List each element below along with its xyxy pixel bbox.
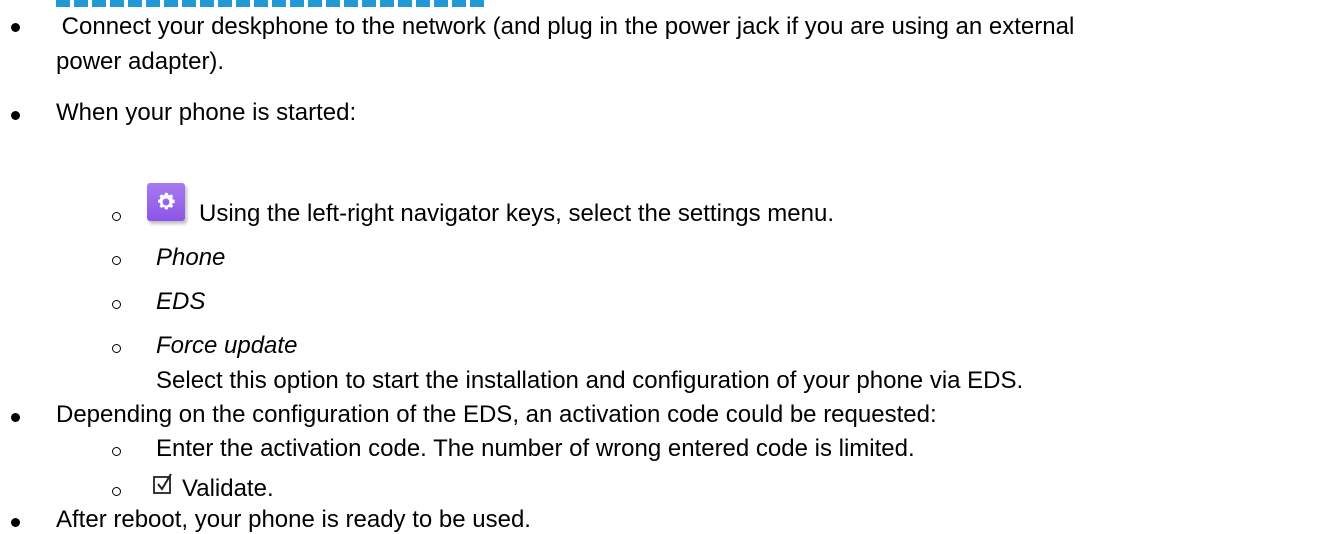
sub-bullet-marker	[112, 256, 121, 265]
list-item-after-reboot: After reboot, your phone is ready to be …	[56, 506, 531, 533]
list-item-enter-code: Enter the activation code. The number of…	[156, 435, 915, 462]
list-item-settings-menu: Using the left-right navigator keys, sel…	[199, 200, 834, 227]
sub-bullet-marker	[112, 447, 121, 456]
bullet-marker	[11, 518, 20, 527]
bullet-marker	[11, 23, 20, 32]
bullet-marker	[11, 111, 20, 120]
list-item-phone-started: When your phone is started:	[56, 99, 357, 126]
sub-bullet-marker	[112, 212, 121, 221]
check-box-icon	[153, 473, 172, 494]
section-heading-cut	[56, 0, 486, 8]
sub-bullet-marker	[112, 300, 121, 309]
list-item-connect-line2: power adapter).	[56, 48, 225, 75]
force-update-description: Select this option to start the installa…	[156, 367, 1024, 394]
list-item-eds: EDS	[156, 288, 206, 315]
list-item-phone: Phone	[156, 244, 226, 271]
list-item-connect-line1: Connect your deskphone to the network (a…	[55, 13, 1075, 40]
sub-bullet-marker	[112, 487, 121, 496]
bullet-marker	[11, 413, 20, 422]
sub-bullet-marker	[112, 344, 121, 353]
gear-icon	[147, 183, 185, 221]
list-item-validate: Validate.	[182, 475, 274, 502]
list-item-force-update: Force update	[156, 332, 298, 359]
list-item-activation-code: Depending on the configuration of the ED…	[56, 401, 937, 428]
